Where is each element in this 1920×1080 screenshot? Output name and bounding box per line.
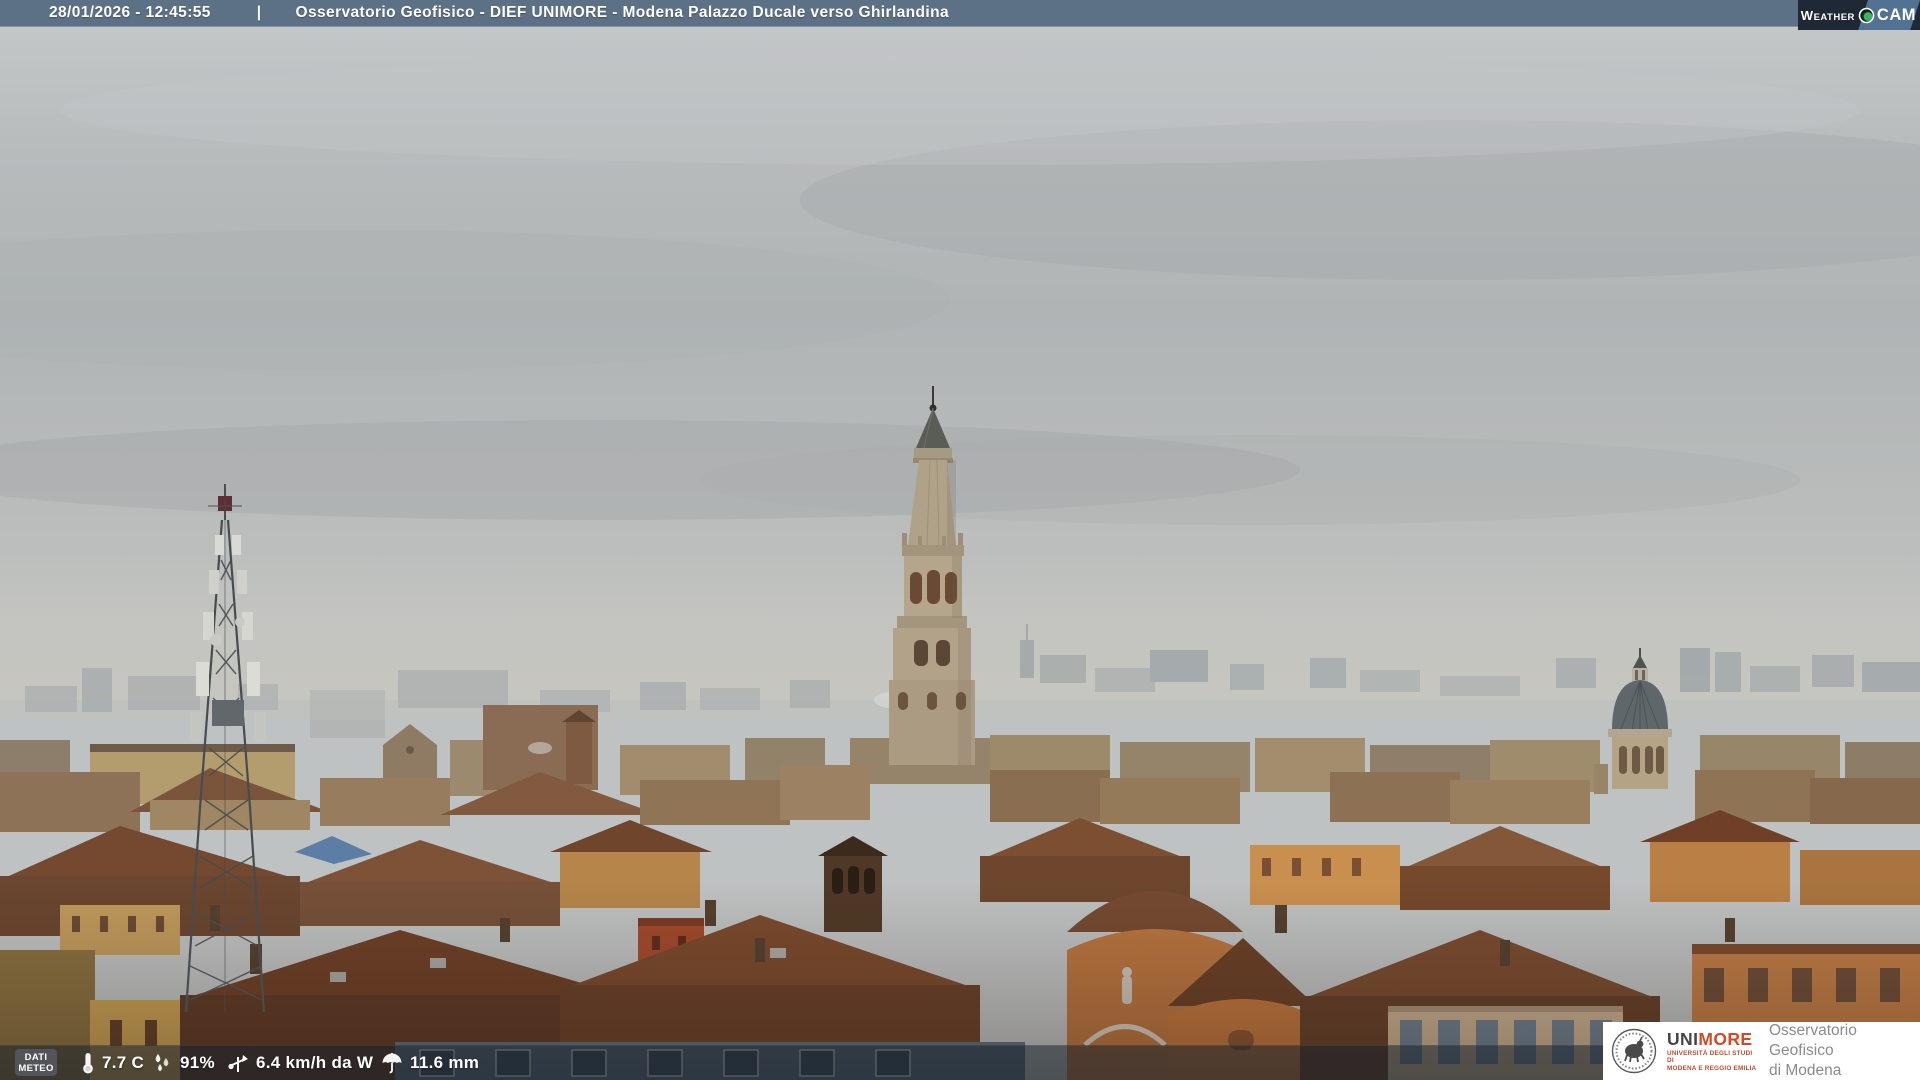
humidity-reading: 91% [150, 1046, 215, 1080]
university-name: UNIVERSITÀ DEGLI STUDI DI MODENA E REGGI… [1667, 1050, 1757, 1072]
globe-icon [1858, 7, 1875, 23]
thermometer-icon [83, 1053, 93, 1074]
unimore-seal-icon [1611, 1028, 1657, 1074]
webcam-photo [0, 0, 1920, 1080]
status-bar: 28/01/2026 - 12:45:55 | Osservatorio Geo… [0, 0, 1920, 27]
umbrella-icon [382, 1053, 402, 1074]
datetime-text: 28/01/2026 - 12:45:55 [49, 4, 211, 21]
droplets-icon [155, 1054, 169, 1072]
dati-meteo-label: DATI METEO [15, 1049, 57, 1076]
weather-label: WEATHER [1800, 7, 1855, 23]
webcam-viewer: 28/01/2026 - 12:45:55 | Osservatorio Geo… [0, 0, 1920, 1080]
separator: | [256, 4, 262, 21]
unimore-brand-box: UNIMORE UNIVERSITÀ DEGLI STUDI DI MODENA… [1603, 1022, 1920, 1080]
temperature-reading: 7.7 C [80, 1046, 144, 1080]
wind-vane-icon [228, 1055, 248, 1072]
unimore-wordmark: UNIMORE UNIVERSITÀ DEGLI STUDI DI MODENA… [1667, 1030, 1759, 1072]
observatory-name: Osservatorio Geofisico di Modena [1769, 1022, 1857, 1079]
unimore-uni-text: UNI [1667, 1029, 1699, 1050]
camera-title: Osservatorio Geofisico - DIEF UNIMORE - … [295, 4, 950, 21]
weathercam-logo: WEATHER CAM [1798, 0, 1920, 30]
unimore-more-text: MORE [1698, 1029, 1753, 1050]
rain-reading: 11.6 mm [380, 1046, 479, 1080]
wind-reading: 6.4 km/h da W [226, 1046, 373, 1080]
cam-label: CAM [1876, 5, 1916, 24]
